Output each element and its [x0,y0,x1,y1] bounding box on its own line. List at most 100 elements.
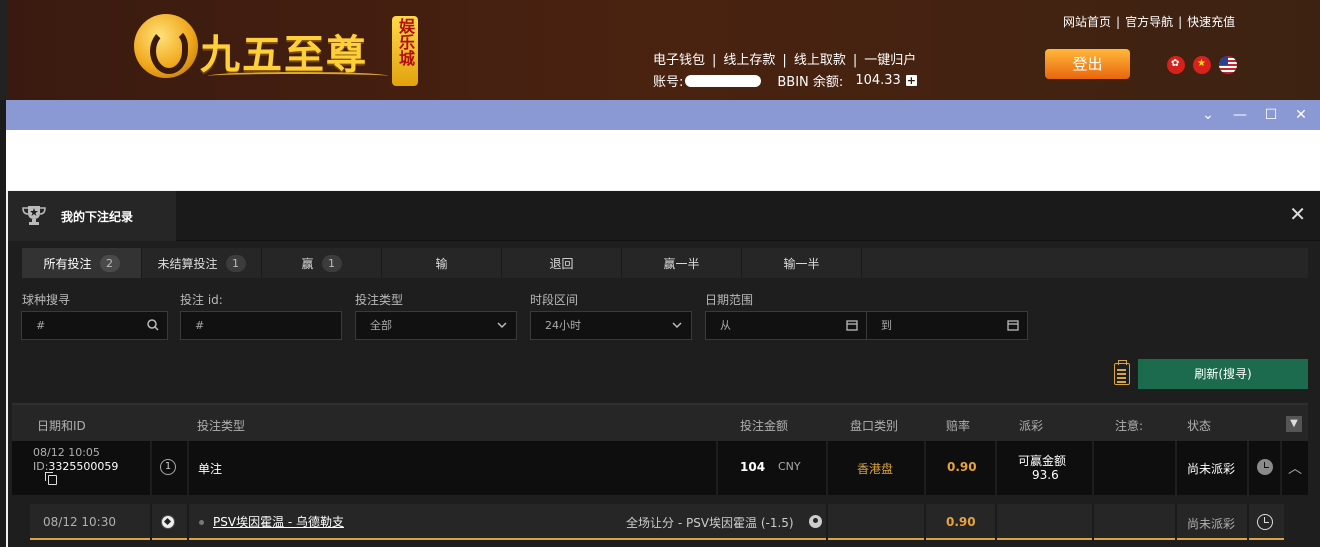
col-status: 状态 [1187,419,1212,433]
bet-market: 香港盘 [857,462,894,476]
leg-date: 08/12 10:30 [43,515,116,529]
tab-refunded[interactable]: 退回 [502,248,622,278]
tab-half-won[interactable]: 赢一半 [622,248,742,278]
window-titlebar[interactable]: ⌄ — ☐ ✕ [6,100,1320,130]
balance-label: BBIN 余额: [777,75,844,90]
tab-count: 1 [321,254,342,272]
link-online-withdraw[interactable]: 线上取款 [794,53,846,68]
bet-id-input[interactable]: # [180,311,342,340]
chevron-down-icon[interactable]: ▼ [1286,416,1302,432]
col-amount: 投注金额 [740,419,789,433]
link-e-wallet[interactable]: 电子钱包 [653,53,705,68]
col-payout: 派彩 [1019,419,1044,433]
bet-leg-row[interactable]: 08/12 10:30 PSV埃因霍温 - 乌德勒支 全场让分 - PSV埃因霍… [30,504,1284,540]
search-icon[interactable] [147,312,159,349]
user-info-icon[interactable] [809,515,822,528]
bet-type-select[interactable]: 全部 [355,311,517,340]
tab-count: 2 [99,254,120,272]
collapse-icon[interactable]: ⌄ [1199,106,1217,124]
col-date-id: 日期和ID [37,419,86,433]
bet-currency: CNY [778,460,801,473]
close-window-icon[interactable]: ✕ [1292,106,1310,124]
bet-odds: 0.90 [947,460,977,474]
payout-value: 93.6 [1032,468,1059,482]
top-nav: 网站首页 | 官方导航 | 快速充值 [1063,15,1236,29]
link-one-click-transfer[interactable]: 一键归户 [864,53,916,68]
sport-search-label: 球种搜寻 [22,293,71,307]
bet-type-label: 投注类型 [355,293,404,307]
bet-id-value: 3325500059 [48,460,119,473]
cn-flag-icon[interactable]: ★ [1193,56,1211,74]
site-header: 九五至尊 娱乐城 网站首页 | 官方导航 | 快速充值 电子钱包 | 线上存款 | 线上取款 | 一… [0,0,1320,100]
tab-unsettled[interactable]: 未结算投注 1 [142,248,262,278]
nav-link-home[interactable]: 网站首页 [1063,15,1111,29]
clipboard-icon[interactable] [1114,360,1130,385]
calendar-icon[interactable] [1007,312,1019,349]
logout-button[interactable]: 登出 [1045,49,1130,79]
link-online-deposit[interactable]: 线上存款 [723,53,775,68]
match-link[interactable]: PSV埃因霍温 - 乌德勒支 [213,513,344,530]
clock-icon [1257,459,1273,475]
bet-record-panel: 我的下注纪录 ✕ 所有投注 2 未结算投注 1 赢1 输 退回 赢一半 输一半 球种… [8,191,1320,547]
site-logo[interactable]: 九五至尊 娱乐城 [130,10,430,90]
bullet-dot [199,520,204,525]
sport-search-input[interactable]: # [21,311,168,340]
leg-status: 尚未派彩 [1187,517,1236,531]
tab-label: 未结算投注 [157,256,218,271]
tab-count: 1 [225,254,246,272]
tab-label: 赢一半 [663,256,700,271]
nav-link-official[interactable]: 官方导航 [1125,15,1173,29]
bet-id-label: 投注 id: [180,293,223,307]
period-select[interactable]: 24小时 [530,311,692,340]
window-blank-area [6,130,1320,190]
bet-amount: 104 [740,460,766,474]
date-to-placeholder: 到 [881,319,892,332]
add-balance-icon[interactable]: + [905,75,917,86]
tab-half-lost[interactable]: 输一半 [742,248,862,278]
col-odds: 赔率 [946,419,971,433]
date-to-input[interactable]: 到 [866,311,1028,340]
logo-badge-text: 娱乐城 [396,18,415,66]
account-name-masked [685,74,762,87]
maximize-icon[interactable]: ☐ [1262,106,1280,124]
left-edge-strip [0,0,8,100]
sport-search-placeholder: # [36,319,46,332]
panel-title: 我的下注纪录 [61,210,134,224]
col-notes: 注意: [1115,419,1144,433]
date-from-input[interactable]: 从 [705,311,867,340]
leg-count-badge: 1 [160,459,176,475]
balance-value: 104.33 [855,73,901,88]
leg-selection: 全场让分 - PSV埃因霍温 (-1.5) [626,516,794,530]
bet-status: 尚未派彩 [1187,462,1236,476]
table-row[interactable]: 08/12 10:05 ID:3325500059 1 单注 104 CNY 香… [12,441,1308,495]
logo-emblem-icon [134,14,198,78]
hk-flag-icon[interactable]: ✿ [1167,56,1185,74]
tab-label: 输 [435,256,448,271]
panel-title-tab: 我的下注纪录 [8,191,176,241]
chevron-down-icon [671,312,683,349]
calendar-icon[interactable] [846,312,858,349]
nav-link-quick-deposit[interactable]: 快速充值 [1187,15,1235,29]
tab-all-bets[interactable]: 所有投注 2 [22,248,142,278]
tab-label: 退回 [549,256,574,271]
tab-label: 输一半 [783,256,820,271]
minimize-icon[interactable]: — [1231,106,1249,124]
bet-date: 08/12 10:05 [33,446,100,459]
us-flag-icon[interactable] [1219,56,1237,74]
date-from-placeholder: 从 [720,319,731,332]
soccer-ball-icon [161,515,175,529]
copy-icon[interactable] [45,472,57,485]
bet-type-value: 全部 [370,319,392,332]
chevron-up-icon[interactable]: ︿ [1288,458,1302,478]
tab-won[interactable]: 赢1 [262,248,382,278]
period-label: 时段区间 [530,293,579,307]
chevron-down-icon [496,312,508,349]
trophy-icon [22,206,46,225]
close-panel-icon[interactable]: ✕ [1289,204,1306,224]
tab-lost[interactable]: 输 [382,248,502,278]
col-market: 盘口类别 [850,419,899,433]
refresh-search-button[interactable]: 刷新(搜寻) [1138,359,1308,389]
bet-filter-tabs: 所有投注 2 未结算投注 1 赢1 输 退回 赢一半 输一半 [22,248,1308,278]
logo-badge: 娱乐城 [392,16,418,86]
period-value: 24小时 [545,319,581,332]
